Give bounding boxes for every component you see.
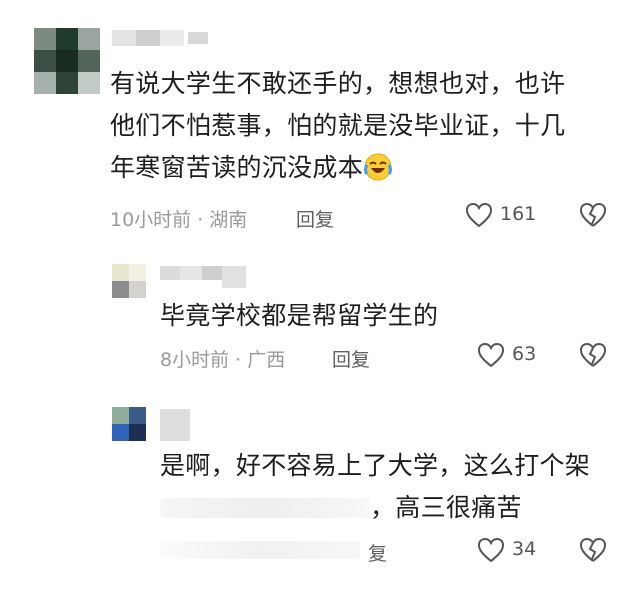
comment-line: ，高三很痛苦 — [160, 487, 620, 529]
like-button[interactable]: 161 — [464, 200, 560, 230]
comment-1: 有说大学生不敢还手的，想想也对，也许 他们不怕惹事，怕的就是没毕业证，十几 年寒… — [0, 0, 640, 240]
laugh-cry-emoji — [363, 152, 393, 182]
dislike-button[interactable] — [578, 200, 608, 230]
comment-line: 有说大学生不敢还手的，想想也对，也许 — [110, 69, 566, 98]
comment-line: 是啊，好不容易上了大学，这么打个架 — [160, 451, 591, 480]
comment-line: 他们不怕惹事，怕的就是没毕业证，十几 — [110, 111, 566, 140]
like-count: 63 — [512, 343, 537, 365]
comment-3: 是啊，好不容易上了大学，这么打个架 ，高三很痛苦 复 34 — [0, 395, 640, 589]
username-redacted[interactable] — [112, 30, 208, 46]
broken-heart-icon — [578, 200, 608, 230]
comment-line: 毕竟学校都是帮留学生的 — [160, 301, 439, 330]
like-button[interactable]: 34 — [476, 535, 556, 565]
redacted-text — [160, 498, 370, 518]
reply-button[interactable]: 回复 — [332, 345, 370, 372]
comment-text: 有说大学生不敢还手的，想想也对，也许 他们不怕惹事，怕的就是没毕业证，十几 年寒… — [110, 63, 630, 189]
reply-button[interactable]: 复 — [368, 539, 387, 566]
like-count: 34 — [512, 538, 537, 560]
comment-line: 年寒窗苦读的沉没成本 — [110, 147, 630, 189]
like-button[interactable]: 63 — [476, 340, 556, 370]
heart-icon — [476, 535, 506, 565]
reply-button[interactable]: 回复 — [296, 205, 334, 232]
time-location-redacted — [160, 541, 360, 559]
like-count: 161 — [500, 203, 537, 225]
comment-text: 是啊，好不容易上了大学，这么打个架 ，高三很痛苦 — [160, 445, 620, 529]
comment-text: 毕竟学校都是帮留学生的 — [160, 295, 620, 337]
dislike-button[interactable] — [578, 535, 608, 565]
broken-heart-icon — [578, 535, 608, 565]
time-location: 10小时前 · 湖南 — [110, 209, 248, 231]
heart-icon — [464, 200, 494, 230]
time-location: 8小时前 · 广西 — [160, 349, 286, 371]
dislike-button[interactable] — [578, 340, 608, 370]
username-redacted[interactable] — [160, 266, 250, 292]
heart-icon — [476, 340, 506, 370]
avatar[interactable] — [112, 407, 146, 441]
avatar[interactable] — [34, 28, 100, 94]
broken-heart-icon — [578, 340, 608, 370]
comment-2: 毕竟学校都是帮留学生的 8小时前 · 广西 回复 63 — [0, 250, 640, 380]
avatar[interactable] — [112, 264, 146, 298]
username-redacted[interactable] — [160, 409, 190, 441]
